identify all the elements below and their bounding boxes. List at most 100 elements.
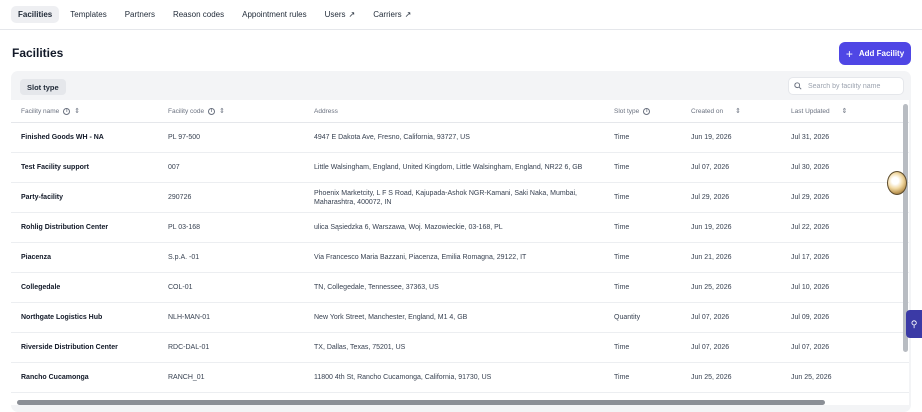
table-row[interactable]: Finished Goods WH - NA PL 97-500 4947 E Da… xyxy=(11,123,909,153)
support-widget-tab[interactable]: ⚲ xyxy=(906,310,922,338)
tab-label: Reason codes xyxy=(172,10,225,19)
column-header-facility-code[interactable]: Facility code i ⇕ xyxy=(168,100,225,122)
sort-icon[interactable]: ⇕ xyxy=(219,107,225,115)
column-header-created-on[interactable]: Created on ⇕ xyxy=(691,100,741,122)
cell-last-updated: Jul 31, 2026 xyxy=(791,134,830,142)
sort-icon[interactable]: ⇕ xyxy=(74,107,80,115)
cell-created-on: Jun 25, 2026 xyxy=(691,284,732,292)
column-label: Last Updated xyxy=(791,107,830,115)
cell-address: Phoenix Marketcity, L F S Road, Kajupada… xyxy=(314,189,577,206)
cell-facility-code: 007 xyxy=(168,164,180,172)
cell-last-updated: Jul 09, 2026 xyxy=(791,314,830,322)
top-navigation: Facilities Templates Partners Reason cod… xyxy=(0,0,922,30)
table-row[interactable]: Piacenza S.p.A. -01 Via Francesco Maria Ba… xyxy=(11,243,909,273)
cell-facility-code: PL 97-500 xyxy=(168,134,201,142)
cell-address: TN, Collegedale, Tennessee, 37363, US xyxy=(314,284,439,292)
cell-last-updated: Jul 22, 2026 xyxy=(791,224,830,232)
sort-icon[interactable]: ⇕ xyxy=(735,107,741,115)
cell-facility-name: Collegedale xyxy=(21,284,61,292)
cell-created-on: Jun 19, 2026 xyxy=(691,134,732,142)
cell-address: Via Francesco Maria Bazzani, Piacenza, E… xyxy=(314,254,527,262)
assistant-orb-icon[interactable] xyxy=(887,171,907,195)
cell-facility-name: Riverside Distribution Center xyxy=(21,344,118,352)
column-label: Created on xyxy=(691,107,724,115)
table-row[interactable]: Northgate Logistics Hub NLH-MAN-01 New Yor… xyxy=(11,303,909,333)
table-row[interactable]: Rohlig Distribution Center PL 03-168 ulica… xyxy=(11,213,909,243)
cell-facility-code: RANCH_01 xyxy=(168,374,205,382)
cell-facility-name: Party-facility xyxy=(21,194,64,202)
column-header-last-updated[interactable]: Last Updated ⇕ xyxy=(791,100,848,122)
cell-facility-code: RDC-DAL-01 xyxy=(168,344,210,352)
column-label: Facility name xyxy=(21,107,60,115)
table-row[interactable]: Party-facility 290726 Phoenix Marketcity, … xyxy=(11,183,909,213)
cell-created-on: Jul 07, 2026 xyxy=(691,344,730,352)
cell-address: New York Street, Manchester, England, M1… xyxy=(314,314,468,322)
info-icon[interactable]: i xyxy=(643,107,651,115)
cell-created-on: Jul 07, 2026 xyxy=(691,314,730,322)
table-row[interactable]: Riverside Distribution Center RDC-DAL-01 T… xyxy=(11,333,909,363)
tab-label: Templates xyxy=(70,10,107,19)
cell-slot-type: Time xyxy=(614,194,630,202)
info-icon[interactable]: i xyxy=(63,107,71,115)
cell-last-updated: Jul 17, 2026 xyxy=(791,254,830,262)
column-header-slot-type[interactable]: Slot type i xyxy=(614,100,651,122)
cell-created-on: Jun 21, 2026 xyxy=(691,254,732,262)
facilities-panel: Slot type Facility name i ⇕ Facility cod… xyxy=(11,71,911,412)
table-row[interactable]: Test Facility support 007 Little Walsingha… xyxy=(11,153,909,183)
cell-address: 11800 4th St, Rancho Cucamonga, Californ… xyxy=(314,374,492,382)
cell-facility-name: Finished Goods WH - NA xyxy=(21,134,104,142)
column-label: Slot type xyxy=(614,107,640,115)
facilities-table: Facility name i ⇕ Facility code i ⇕ Addr… xyxy=(11,100,909,405)
cell-slot-type: Time xyxy=(614,284,630,292)
search-box[interactable] xyxy=(788,77,904,95)
tab-facilities[interactable]: Facilities xyxy=(11,6,60,23)
cell-facility-code: NLH-MAN-01 xyxy=(168,314,211,322)
add-facility-button[interactable]: + Add Facility xyxy=(839,42,911,65)
cell-slot-type: Time xyxy=(614,374,630,382)
cell-facility-name: Piacenza xyxy=(21,254,51,262)
tab-users[interactable]: Users ↗ xyxy=(318,6,363,23)
horizontal-scrollbar[interactable] xyxy=(17,400,825,405)
column-header-facility-name[interactable]: Facility name i ⇕ xyxy=(21,100,80,122)
tab-reason-codes[interactable]: Reason codes xyxy=(166,6,231,23)
add-facility-label: Add Facility xyxy=(858,49,905,58)
cell-address: ulica Sąsiedzka 6, Warszawa, Woj. Mazowi… xyxy=(314,224,503,232)
cell-created-on: Jul 29, 2026 xyxy=(691,194,730,202)
cell-slot-type: Time xyxy=(614,344,630,352)
cell-slot-type: Time xyxy=(614,164,630,172)
tab-label: Partners xyxy=(124,10,155,19)
cell-facility-code: S.p.A. -01 xyxy=(168,254,200,262)
cell-facility-code: COL-01 xyxy=(168,284,193,292)
cell-facility-code: PL 03-168 xyxy=(168,224,201,232)
cell-facility-code: 290726 xyxy=(168,194,192,202)
cell-slot-type: Time xyxy=(614,254,630,262)
external-link-icon: ↗ xyxy=(348,10,356,19)
widget-icon: ⚲ xyxy=(910,318,918,329)
sort-icon[interactable]: ⇕ xyxy=(842,107,848,115)
tab-label: Facilities xyxy=(18,10,53,19)
cell-last-updated: Jun 25, 2026 xyxy=(791,374,832,382)
cell-address: TX, Dallas, Texas, 75201, US xyxy=(314,344,406,352)
table-row[interactable]: Rancho Cucamonga RANCH_01 11800 4th St, Ra… xyxy=(11,363,909,393)
plus-icon: + xyxy=(845,46,853,61)
tab-templates[interactable]: Templates xyxy=(63,6,113,23)
tab-appointment-rules[interactable]: Appointment rules xyxy=(235,6,313,23)
cell-slot-type: Time xyxy=(614,224,630,232)
cell-created-on: Jul 07, 2026 xyxy=(691,164,730,172)
slot-type-filter[interactable]: Slot type xyxy=(20,79,66,95)
table-row[interactable]: Collegedale COL-01 TN, Collegedale, Tennes… xyxy=(11,273,909,303)
cell-facility-name: Test Facility support xyxy=(21,164,89,172)
tab-label: Carriers xyxy=(373,10,402,19)
tab-carriers[interactable]: Carriers ↗ xyxy=(366,6,418,23)
cell-facility-name: Rancho Cucamonga xyxy=(21,374,89,382)
column-label: Facility code xyxy=(168,107,205,115)
cell-last-updated: Jul 07, 2026 xyxy=(791,344,830,352)
search-icon xyxy=(794,82,802,90)
tab-partners[interactable]: Partners xyxy=(118,6,162,23)
cell-slot-type: Quantity xyxy=(614,314,641,322)
cell-slot-type: Time xyxy=(614,134,630,142)
page-title: Facilities xyxy=(12,46,64,60)
info-icon[interactable]: i xyxy=(208,107,216,115)
tab-label: Appointment rules xyxy=(242,10,307,19)
search-input[interactable] xyxy=(808,82,900,90)
